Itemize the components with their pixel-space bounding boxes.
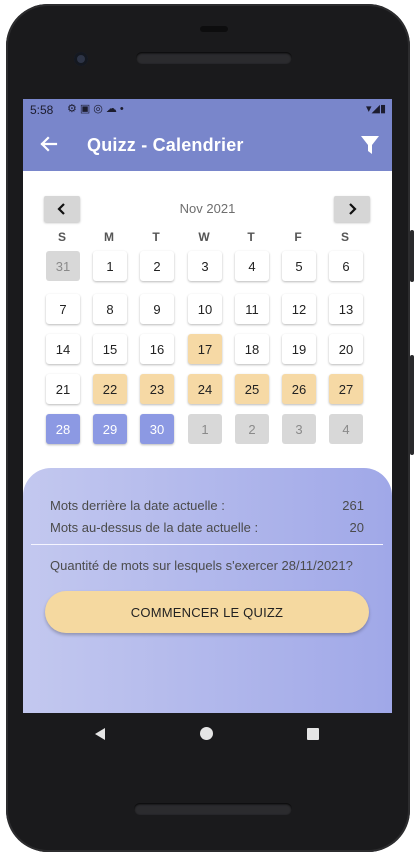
calendar-day[interactable]: 31: [46, 251, 80, 281]
status-time: 5:58: [30, 103, 54, 117]
words-before-label: Mots derrière la date actuelle :: [50, 498, 225, 513]
app-bar: Quizz - Calendrier: [23, 121, 392, 171]
calendar-day[interactable]: 5: [282, 251, 316, 281]
back-arrow-icon[interactable]: [37, 133, 59, 155]
month-navigation: Nov 2021: [44, 196, 371, 222]
weekday-label: S: [57, 230, 66, 244]
calendar-day[interactable]: 11: [235, 294, 269, 324]
calendar-day[interactable]: 8: [93, 294, 127, 324]
calendar-day[interactable]: 2: [235, 414, 269, 444]
cloud-icon: ☁: [105, 103, 120, 115]
words-after-row: Mots au-dessus de la date actuelle : 20: [50, 520, 364, 535]
nav-back-icon[interactable]: [93, 727, 107, 741]
weekday-header: SMTWTFS: [44, 230, 374, 246]
calendar-day[interactable]: 4: [329, 414, 363, 444]
calendar-day[interactable]: 10: [188, 294, 222, 324]
volume-button: [410, 230, 414, 282]
words-after-label: Mots au-dessus de la date actuelle :: [50, 520, 259, 535]
weekday-label: F: [294, 230, 302, 244]
top-speaker: [136, 52, 292, 64]
calendar-day[interactable]: 30: [140, 414, 174, 444]
calendar-day[interactable]: 17: [188, 334, 222, 364]
calendar-day[interactable]: 22: [93, 374, 127, 404]
notification-icons: ⚙▣◎☁•: [67, 102, 127, 115]
nav-recents-icon[interactable]: [307, 728, 319, 740]
calendar-day[interactable]: 6: [329, 251, 363, 281]
calendar-day[interactable]: 18: [235, 334, 269, 364]
calendar-day[interactable]: 1: [188, 414, 222, 444]
nav-home-icon[interactable]: [200, 727, 213, 740]
calendar-day[interactable]: 25: [235, 374, 269, 404]
calendar-day[interactable]: 13: [329, 294, 363, 324]
calendar-day[interactable]: 27: [329, 374, 363, 404]
signal-icon: ◢: [371, 103, 380, 115]
calendar-day[interactable]: 28: [46, 414, 80, 444]
bottom-speaker: [134, 803, 292, 815]
calendar-day[interactable]: 1: [93, 251, 127, 281]
chevron-right-icon: [349, 203, 357, 215]
start-quiz-button[interactable]: COMMENCER LE QUIZZ: [45, 591, 369, 633]
calendar-day[interactable]: 20: [329, 334, 363, 364]
front-camera: [74, 52, 88, 66]
weekday-label: M: [104, 230, 114, 244]
calendar-day[interactable]: 21: [46, 374, 80, 404]
more-notifications-icon: •: [119, 103, 127, 115]
calendar-day[interactable]: 7: [46, 294, 80, 324]
system-navigation-bar: [23, 713, 392, 757]
words-before-row: Mots derrière la date actuelle : 261: [50, 498, 364, 513]
weekday-label: W: [198, 230, 210, 244]
calendar-day[interactable]: 15: [93, 334, 127, 364]
words-after-value: 20: [349, 520, 364, 535]
calendar-day[interactable]: 3: [282, 414, 316, 444]
words-before-value: 261: [342, 498, 364, 513]
calendar-day[interactable]: 19: [282, 334, 316, 364]
practice-quantity-text: Quantité de mots sur lesquels s'exercer …: [50, 558, 353, 573]
calendar-day[interactable]: 3: [188, 251, 222, 281]
calendar-day[interactable]: 9: [140, 294, 174, 324]
battery-icon: ▮: [379, 103, 386, 115]
app-screen: 5:58 ⚙▣◎☁• ▾◢▮ Quizz - Calendrier Nov 20…: [23, 99, 392, 713]
filter-icon[interactable]: [360, 134, 380, 156]
system-status-icons: ▾◢▮: [366, 102, 386, 115]
settings-icon: ⚙: [67, 103, 80, 115]
calendar-day[interactable]: 16: [140, 334, 174, 364]
calendar-day[interactable]: 23: [140, 374, 174, 404]
calendar-day[interactable]: 14: [46, 334, 80, 364]
calendar-day[interactable]: 26: [282, 374, 316, 404]
calendar-day[interactable]: 2: [140, 251, 174, 281]
power-button: [410, 355, 414, 455]
calendar-day[interactable]: 24: [188, 374, 222, 404]
weekday-label: S: [340, 230, 349, 244]
sync-icon: ◎: [93, 103, 106, 115]
weekday-label: T: [152, 230, 160, 244]
calendar-day[interactable]: 12: [282, 294, 316, 324]
calendar-day[interactable]: 4: [235, 251, 269, 281]
summary-panel: Mots derrière la date actuelle : 261 Mot…: [23, 468, 392, 713]
panel-divider: [31, 544, 383, 545]
month-label: Nov 2021: [179, 201, 236, 216]
page-title: Quizz - Calendrier: [87, 135, 244, 155]
next-month-button[interactable]: [334, 196, 370, 222]
weekday-label: T: [247, 230, 255, 244]
phone-earpiece-slot: [200, 26, 228, 32]
status-bar: 5:58 ⚙▣◎☁• ▾◢▮: [23, 99, 392, 121]
calendar-day[interactable]: 29: [93, 414, 127, 444]
no-sim-icon: ▣: [79, 103, 94, 115]
